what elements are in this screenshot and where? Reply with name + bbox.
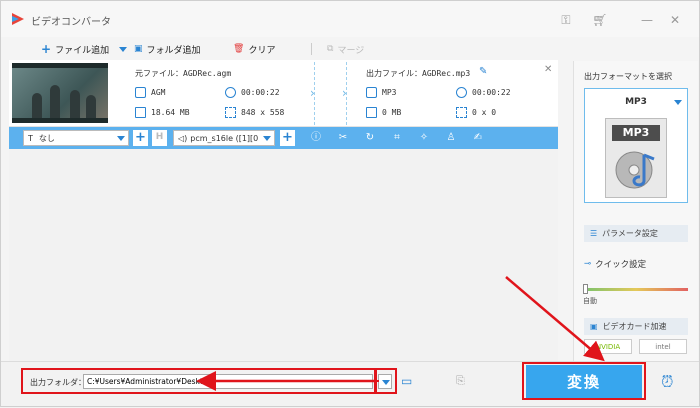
thumbnail-bottom-bar	[12, 118, 108, 123]
auto-label: 自動	[583, 297, 597, 305]
speaker-icon: ◁)	[178, 133, 188, 143]
chevron-down-icon	[263, 136, 271, 141]
clock-icon	[225, 87, 236, 98]
format-selector[interactable]: MP3 MP3	[584, 88, 688, 203]
resolution-icon	[456, 107, 467, 118]
merge-button[interactable]: ⧉ マージ	[327, 41, 364, 57]
alarm-clock-icon[interactable]: ⏰︎	[661, 372, 673, 392]
source-size: 18.64 MB	[151, 108, 190, 117]
intel-badge[interactable]: intel	[639, 339, 687, 354]
watermark-icon[interactable]: ♙	[444, 131, 458, 145]
output-format: MP3	[382, 88, 397, 97]
window-title: ビデオコンバータ	[31, 17, 111, 28]
output-size: 0 MB	[382, 108, 402, 117]
hardsub-icon[interactable]: H	[152, 130, 167, 146]
folder-plus-icon: ▣	[134, 44, 143, 54]
source-file-name: 元ファイル：AGDRec.agm	[135, 69, 232, 78]
open-folder-icon[interactable]: ▭	[401, 374, 412, 388]
chevron-down-icon	[117, 136, 125, 141]
close-window-button[interactable]: ✕	[667, 12, 683, 28]
app-logo-icon	[12, 13, 24, 25]
export-icon[interactable]: ⎘	[456, 374, 465, 388]
folder-icon	[135, 107, 146, 118]
subtitle-select-value: なし	[38, 133, 55, 143]
audio-track-select[interactable]: ◁) pcm_s16le ([1][0	[173, 130, 275, 146]
edit-subtitle-icon[interactable]: ✍	[471, 131, 485, 145]
title-bar: ビデオコンバータ ⚿ 🛒︎ — ✕	[1, 1, 699, 37]
mp3-tile-label: MP3	[612, 125, 660, 141]
resolution-icon	[225, 107, 236, 118]
output-duration: 00:00:22	[472, 88, 511, 97]
clear-button[interactable]: 🗑︎ クリア	[233, 41, 275, 57]
crop-icon[interactable]: ⌗	[390, 131, 404, 145]
cart-icon[interactable]: 🛒︎	[592, 12, 608, 28]
parameter-settings-button[interactable]: ☰ パラメータ設定	[584, 225, 688, 242]
plus-icon: +	[41, 42, 52, 56]
minimize-button[interactable]: —	[639, 12, 655, 28]
chevron-right-icon: ›	[310, 86, 315, 100]
panel-title: 出力フォーマットを選択	[584, 72, 672, 81]
edit-pencil-icon[interactable]: ✎	[479, 66, 487, 77]
parameter-settings-label: パラメータ設定	[602, 229, 658, 238]
add-file-label: ファイル追加	[55, 45, 110, 56]
quick-setting-icon: ⊸	[584, 259, 592, 269]
effects-wand-icon[interactable]: ✧	[417, 131, 431, 145]
output-folder-highlight	[21, 368, 377, 394]
convert-highlight	[522, 362, 646, 400]
source-duration: 00:00:22	[241, 88, 280, 97]
add-folder-button[interactable]: ▣ フォルダ追加	[134, 41, 201, 57]
quick-setting-label: クイック設定	[595, 260, 647, 270]
chevron-right-icon: ›	[342, 86, 347, 100]
trash-icon: 🗑︎	[233, 44, 245, 54]
quick-setting: ⊸ クイック設定	[584, 258, 646, 270]
output-file-name: 出力ファイル：AGDRec.mp3	[366, 69, 471, 78]
add-file-button[interactable]: + ファイル追加	[41, 41, 128, 57]
toolbar: + ファイル追加 ▣ フォルダ追加 🗑︎ クリア ⧉ マージ	[9, 37, 573, 59]
chevron-down-icon	[674, 100, 682, 105]
audio-track-value: pcm_s16le ([1][0	[190, 133, 259, 143]
add-audio-button[interactable]: +	[280, 130, 295, 146]
add-folder-label: フォルダ追加	[146, 45, 201, 56]
folder-icon	[366, 107, 377, 118]
gpu-acceleration-button[interactable]: ▣ ビデオカード加速	[584, 318, 688, 335]
gpu-acceleration-label: ビデオカード加速	[602, 322, 667, 331]
format-name: MP3	[625, 97, 647, 107]
add-subtitle-button[interactable]: +	[133, 130, 148, 146]
add-file-dropdown-icon[interactable]	[119, 46, 128, 52]
gpu-chip-icon: ▣	[590, 322, 598, 331]
format-icon	[366, 87, 377, 98]
merge-label: マージ	[337, 45, 365, 56]
rotate-icon[interactable]: ↻	[363, 131, 377, 145]
clear-label: クリア	[248, 45, 276, 56]
app-window: ビデオコンバータ ⚿ 🛒︎ — ✕ + ファイル追加 ▣ フォルダ追加 🗑︎ ク…	[0, 0, 700, 407]
video-thumbnail[interactable]	[12, 63, 108, 123]
sliders-icon: ☰	[590, 229, 598, 238]
disc-icon	[615, 151, 655, 189]
file-list-area	[9, 149, 558, 361]
nvidia-badge[interactable]: NVIDIA	[584, 339, 632, 354]
merge-icon: ⧉	[327, 44, 334, 54]
clock-icon	[456, 87, 467, 98]
dropdown-highlight	[374, 368, 397, 394]
scissors-icon[interactable]: ✂	[336, 131, 350, 145]
key-icon[interactable]: ⚿	[558, 12, 574, 28]
toolbar-divider	[311, 43, 312, 55]
subtitle-select[interactable]: T なし	[23, 130, 129, 146]
quality-slider[interactable]	[584, 288, 688, 291]
nvidia-label: NVIDIA	[595, 342, 621, 351]
edit-bar: T なし + H ◁) pcm_s16le ([1][0 + ⓘ ✂ ↻ ⌗ ✧…	[9, 127, 558, 149]
quality-slider-handle[interactable]	[583, 284, 588, 294]
format-icon	[135, 87, 146, 98]
source-resolution: 848 x 558	[241, 108, 285, 117]
info-icon[interactable]: ⓘ	[309, 131, 323, 145]
output-resolution: 0 x 0	[472, 108, 497, 117]
source-format: AGM	[151, 88, 166, 97]
remove-file-icon[interactable]: ✕	[544, 64, 552, 75]
text-icon: T	[28, 133, 33, 143]
intel-label: intel	[655, 342, 671, 351]
output-format-panel: 出力フォーマットを選択 MP3 MP3 ☰ パラメータ設定 ⊸ クイック設定 自…	[573, 61, 698, 361]
mp3-file-icon: MP3	[605, 118, 667, 198]
thumbnail-top-bar	[12, 63, 108, 68]
file-item[interactable]: 元ファイル：AGDRec.agm AGM 00:00:22 18.64 MB 8…	[9, 60, 558, 127]
